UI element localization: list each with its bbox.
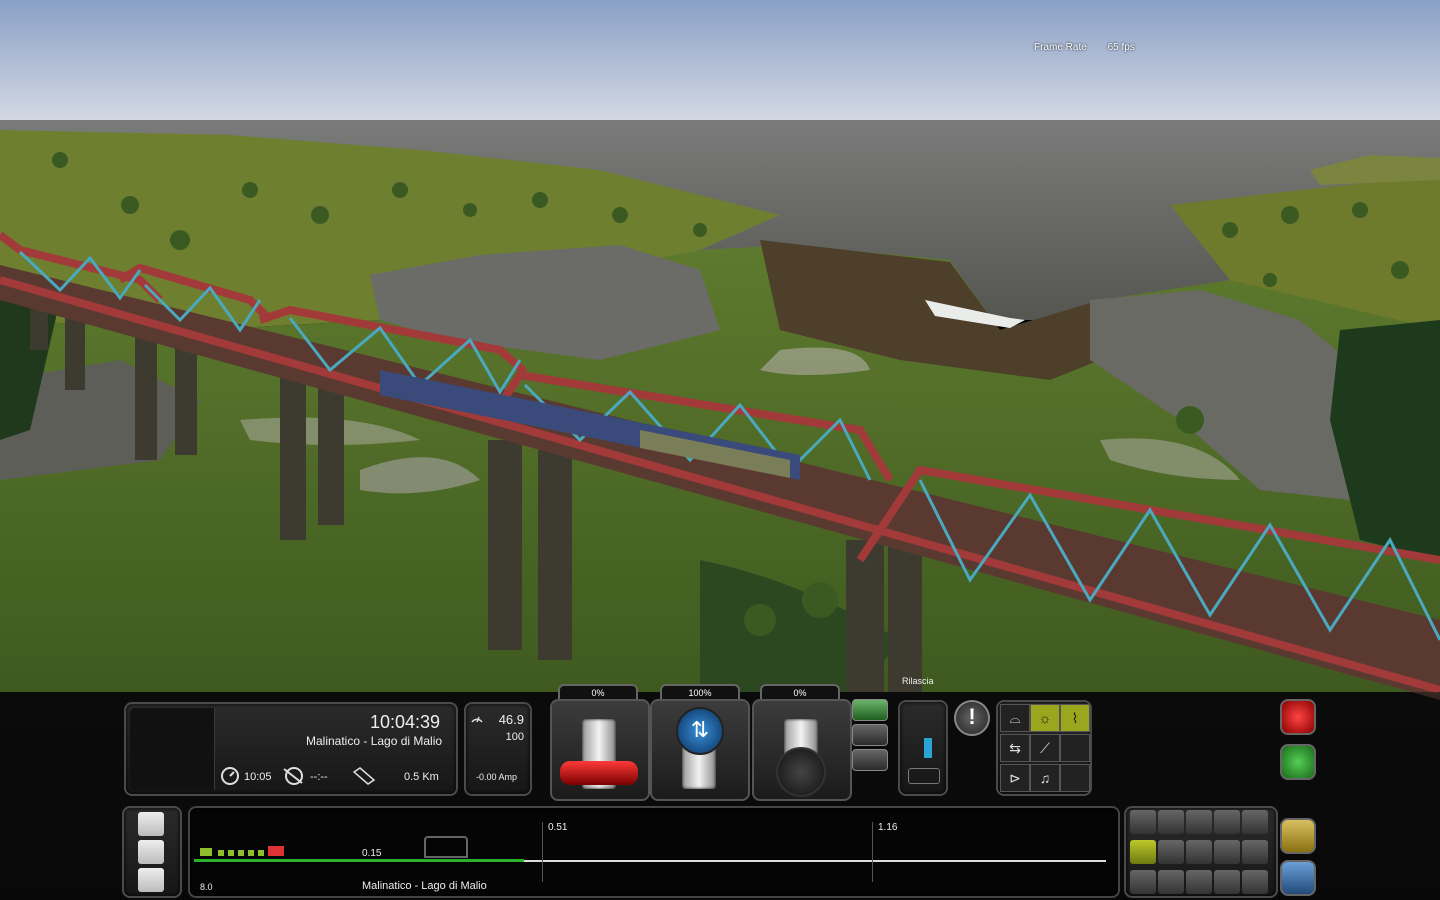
headlight-icon[interactable]: ☼ (1030, 704, 1060, 732)
zoom-icon[interactable] (1214, 870, 1240, 894)
sander-icon[interactable]: ⟋ (1030, 734, 1060, 762)
task-icon[interactable] (138, 840, 164, 864)
coupler-icon[interactable]: ⇆ (1000, 734, 1030, 762)
helicopter-icon[interactable] (1214, 810, 1240, 834)
cab-camera-icon[interactable] (852, 699, 888, 721)
signal-lamps (218, 850, 264, 856)
throttle-lever[interactable] (550, 699, 650, 801)
train-icon[interactable] (1158, 810, 1184, 834)
ruler-icon (352, 767, 376, 785)
timeline-station: Malinatico - Lago di Malio (362, 880, 487, 892)
brake-release-panel[interactable] (898, 700, 948, 796)
cab-icon[interactable] (1214, 840, 1240, 864)
clock: 10:04:39 (370, 712, 441, 732)
marker-distance: 1.16 (878, 822, 898, 833)
speed-limit: 100 (505, 731, 524, 743)
empty-slot (1060, 764, 1090, 792)
timeline-start: 8.0 (200, 882, 213, 892)
pantograph-icon[interactable]: ⌇ (1060, 704, 1090, 732)
speed-value: 46.9 (498, 712, 524, 727)
sky (0, 0, 1440, 130)
red-signal (268, 846, 284, 856)
plane-icon[interactable] (1158, 840, 1184, 864)
save-icon[interactable] (138, 812, 164, 836)
route-name: Malinatico - Lago di Malio (306, 734, 443, 748)
helper-icon[interactable] (1186, 810, 1212, 834)
seat-icon[interactable] (1186, 840, 1212, 864)
current-distance: 0.15 (362, 848, 382, 859)
camera-icon-grid (1124, 806, 1278, 898)
alert-button[interactable]: ! (954, 700, 990, 736)
screenshot-icon[interactable] (1280, 860, 1316, 896)
left-toolbar (122, 806, 182, 898)
marker-line (872, 822, 873, 882)
bus-icon[interactable] (1242, 840, 1268, 864)
down-arrow-icon[interactable] (1242, 810, 1268, 834)
speedometer-icon (471, 716, 483, 723)
signal-lamp (200, 848, 212, 856)
brake-gauge (924, 738, 932, 758)
ampere-readout: -0.00 Amp (476, 772, 518, 782)
arrows-icon[interactable] (1130, 870, 1156, 894)
stop-hand-button[interactable] (1280, 699, 1316, 735)
plane-topdown-icon[interactable] (1158, 870, 1184, 894)
reverser-lever[interactable]: ⇅ (650, 699, 750, 801)
train-camera-icon[interactable] (852, 724, 888, 746)
close-icon[interactable] (1280, 818, 1316, 854)
brake-handle[interactable] (776, 747, 826, 797)
marker-distance: 0.51 (548, 822, 568, 833)
arrival-time: 10:05 (244, 771, 272, 783)
brake-release-label: Rilascia (902, 676, 934, 686)
function-grid: ⌓ ☼ ⌇ ⇆ ⟋ ⊳ ♫ (996, 700, 1092, 796)
track-timeline: 0.15 0.51 1.16 8.0 Malinatico - Lago di … (188, 806, 1120, 898)
progress-bar (194, 859, 524, 862)
delay: --:-- (310, 771, 328, 783)
frame-rate-readout: Frame Rate 65 fps (1034, 42, 1135, 53)
distance: 0.5 Km (404, 771, 439, 783)
pin-icon[interactable] (1242, 870, 1268, 894)
frame-rate-value: 65 fps (1107, 42, 1135, 53)
brake-mode-icon (908, 768, 940, 784)
train-brake-lever[interactable] (752, 699, 852, 801)
view-icon[interactable] (1130, 810, 1156, 834)
info-panel-image (130, 708, 215, 790)
airplane-icon[interactable] (1130, 840, 1156, 864)
marker-line (542, 822, 543, 882)
key-button[interactable] (1280, 744, 1316, 780)
freecam-icon[interactable] (852, 749, 888, 771)
empty-slot (1060, 734, 1090, 762)
info-panel: 10:04:39 Malinatico - Lago di Malio 10:0… (124, 702, 458, 796)
reverser-arrows-icon[interactable]: ⇅ (676, 707, 724, 755)
horn-icon[interactable]: ⊳ (1000, 764, 1030, 792)
switch-icon[interactable] (138, 868, 164, 892)
globe-icon[interactable] (1186, 870, 1212, 894)
throttle-handle[interactable] (560, 761, 638, 785)
speed-panel: 46.9 100 -0.00 Amp (464, 702, 532, 796)
wiper-icon[interactable]: ⌓ (1000, 704, 1030, 732)
clock-icon (221, 767, 239, 785)
frame-rate-label: Frame Rate (1034, 42, 1087, 53)
station-icon (424, 836, 468, 858)
bell-icon[interactable]: ♫ (1030, 764, 1060, 792)
delay-icon (283, 767, 303, 785)
